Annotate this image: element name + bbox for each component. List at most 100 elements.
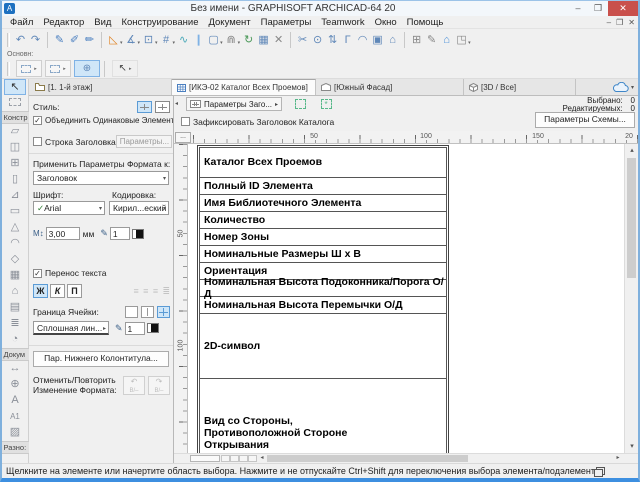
schedule-row[interactable]: Имя Библиотечного Элемента [199, 194, 447, 211]
merge-items-checkbox[interactable]: ✓ [33, 116, 42, 125]
font-size-field[interactable]: 3,00 [46, 227, 80, 240]
menu-design[interactable]: Конструирование [116, 17, 203, 28]
tab-3d-all[interactable]: [3D / Все] [464, 79, 576, 95]
bold-button[interactable]: Ж [33, 284, 48, 298]
scrollbar-thumb[interactable] [267, 455, 468, 462]
horizontal-scrollbar[interactable] [267, 455, 613, 462]
split-icon[interactable]: ✂ [295, 31, 310, 49]
mdi-close-button[interactable]: ✕ [628, 18, 635, 27]
schedule-row[interactable]: Номинальные Размеры Ш х В [199, 245, 447, 262]
lock-icon[interactable]: ⋒ [224, 31, 239, 49]
scroll-down-icon[interactable]: ▾ [625, 440, 639, 453]
header-params-button[interactable]: Параметры... [116, 135, 172, 148]
scroll-up-icon[interactable]: ▴ [625, 144, 639, 157]
border-vertical-button[interactable] [141, 306, 154, 318]
home-story-icon[interactable]: ⌂ [385, 31, 400, 49]
schedule-row[interactable]: Номер Зоны [199, 228, 447, 245]
caret-down-icon[interactable]: ▾ [138, 40, 141, 46]
marquee-preset-button[interactable]: ▸ [45, 60, 71, 77]
zoom-preset-button[interactable]: ▸ [16, 60, 42, 77]
view-3d-icon[interactable]: ◳ [454, 31, 469, 49]
undo-icon[interactable]: ↶ [13, 31, 28, 49]
minimize-button[interactable]: – [568, 1, 588, 16]
underline-button[interactable]: П [67, 284, 82, 298]
menu-teamwork[interactable]: Teamwork [316, 17, 369, 28]
menu-help[interactable]: Помощь [402, 17, 449, 28]
undo-format-button[interactable]: ↶В/– [123, 376, 145, 395]
zoom-in-button[interactable] [230, 455, 239, 462]
mesh-tool[interactable]: ▦ [4, 268, 26, 284]
update-schedule-icon[interactable]: ↻ [241, 31, 256, 49]
fillet-icon[interactable]: ◠ [355, 31, 370, 49]
line-type-select[interactable]: Сплошная лин... ▸ [33, 321, 109, 335]
menu-document[interactable]: Документ [203, 17, 255, 28]
schedule-row-title[interactable]: Каталог Всех Проемов [199, 147, 447, 177]
grid-snap-icon[interactable]: # [159, 31, 174, 49]
select-all-button[interactable] [292, 97, 308, 111]
snap-reference-icon[interactable]: ⊡ [141, 31, 156, 49]
object-tool[interactable]: ◔ [4, 332, 26, 348]
close-button[interactable]: ✕ [608, 1, 638, 16]
redo-format-button[interactable]: ↷В/– [148, 376, 170, 395]
toolbar-grip[interactable] [7, 62, 10, 76]
stair-tool[interactable]: ≣ [4, 316, 26, 332]
header-params-dropdown-button[interactable]: Параметры Заго... ▸ [186, 97, 282, 111]
beam-tool[interactable]: ⊿ [4, 188, 26, 204]
open-house-icon[interactable]: ⌂ [439, 31, 454, 49]
cascade-windows-icon[interactable] [594, 467, 604, 476]
menu-edit[interactable]: Редактор [38, 17, 89, 28]
fit-view-button[interactable] [239, 455, 248, 462]
snap-guides-icon[interactable]: ∡ [124, 31, 139, 49]
guide-lines-icon[interactable]: ◺ [106, 31, 121, 49]
level-dimension-tool[interactable]: ⊕ [4, 377, 26, 393]
corner-icon[interactable]: Γ [340, 31, 355, 49]
roof-tool[interactable]: △ [4, 220, 26, 236]
pan-button[interactable] [248, 455, 257, 462]
teamwork-cloud-button[interactable]: ▾ [612, 79, 638, 95]
menu-options[interactable]: Параметры [256, 17, 317, 28]
favorites-pen-icon[interactable]: ✏ [82, 31, 97, 49]
pen-color-swatch[interactable] [132, 229, 144, 239]
schedule-grid-icon[interactable]: ▦ [256, 31, 271, 49]
redo-icon[interactable]: ↷ [28, 31, 43, 49]
menu-window[interactable]: Окно [370, 17, 402, 28]
zoom-level-button[interactable] [190, 455, 220, 462]
suspend-groups-icon[interactable]: ∿ [176, 31, 191, 49]
curtain-wall-tool[interactable]: ▤ [4, 300, 26, 316]
mdi-minimize-button[interactable]: – [607, 18, 611, 27]
inject-parameters-icon[interactable]: ✐ [67, 31, 82, 49]
align-right-icon[interactable]: ≡ [153, 286, 158, 296]
pickup-parameters-icon[interactable]: ✎ [52, 31, 67, 49]
tab-south-elevation[interactable]: [Южный Фасад] [316, 79, 464, 95]
schedule-row-2d-symbol[interactable]: 2D-символ [199, 313, 447, 378]
slab-tool[interactable]: ▭ [4, 204, 26, 220]
maximize-button[interactable]: ❒ [588, 1, 608, 16]
encoding-select[interactable]: Кирил...еский ▾ [109, 201, 169, 215]
scroll-right-icon[interactable]: ▸ [613, 454, 623, 463]
label-tool[interactable]: A1 [4, 409, 26, 425]
shell-tool[interactable]: ◠ [4, 236, 26, 252]
scheme-settings-button[interactable]: Параметры Схемы... [535, 112, 635, 128]
vertical-scrollbar[interactable]: ▴ ▾ [624, 144, 638, 453]
morph-tool[interactable]: ◇ [4, 252, 26, 268]
caret-down-icon[interactable]: ▾ [173, 40, 176, 46]
caret-down-icon[interactable]: ▾ [120, 40, 123, 46]
markup-pen-icon[interactable]: ✎ [424, 31, 439, 49]
tab-schedule-catalog[interactable]: [ИКЭ-02 Каталог Всех Проемов] ✕ [172, 79, 316, 95]
dimension-tool[interactable]: ↔ [4, 361, 26, 377]
schedule-row-view[interactable]: Вид со Стороны, Противоположной Стороне … [199, 378, 447, 453]
header-row-checkbox[interactable] [33, 137, 42, 146]
border-pen-color-swatch[interactable] [147, 323, 159, 333]
menu-file[interactable]: Файл [5, 17, 38, 28]
schedule-row[interactable]: Полный ID Элемента [199, 177, 447, 194]
figure-icon[interactable]: ▣ [370, 31, 385, 49]
stretch-icon[interactable]: ⇅ [325, 31, 340, 49]
marquee-options-icon[interactable]: ▢ [206, 31, 221, 49]
scroll-left-icon[interactable]: ◂ [257, 454, 267, 463]
style-option-grid-icon[interactable] [137, 101, 152, 113]
lock-header-checkbox[interactable] [181, 117, 190, 126]
schedule-canvas[interactable]: Каталог Всех Проемов Полный ID Элемента … [188, 144, 624, 453]
arrow-tool[interactable]: ↖ [4, 79, 26, 95]
wrap-text-checkbox[interactable]: ✓ [33, 269, 42, 278]
font-select[interactable]: ✓Arial ▾ [33, 201, 105, 215]
